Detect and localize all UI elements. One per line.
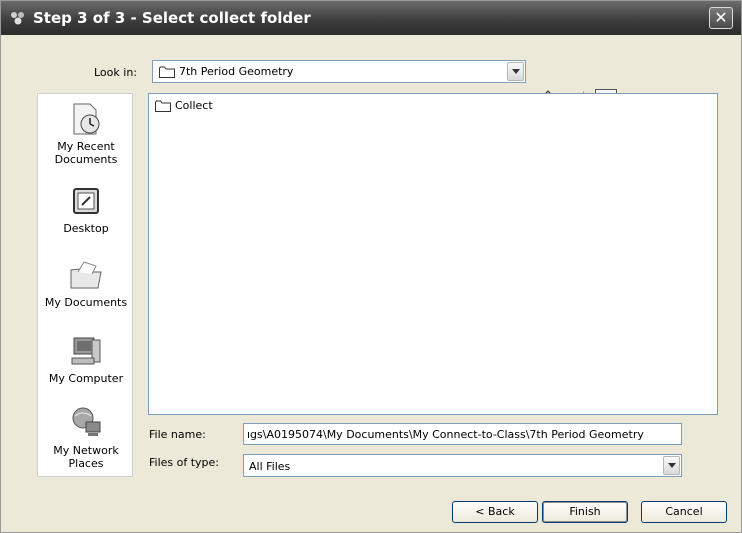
file-name-label: File name: bbox=[149, 428, 206, 441]
desktop-icon bbox=[73, 188, 99, 214]
chevron-down-icon[interactable] bbox=[663, 456, 680, 475]
file-type-label: Files of type: bbox=[149, 456, 220, 469]
file-list[interactable]: Collect bbox=[148, 93, 718, 415]
back-button[interactable]: < Back bbox=[452, 501, 538, 523]
place-label: My Computer bbox=[48, 372, 124, 385]
look-in-dropdown[interactable]: 7th Period Geometry bbox=[152, 60, 526, 83]
title-bar[interactable]: Step 3 of 3 - Select collect folder ✕ bbox=[1, 1, 741, 35]
my-computer-icon bbox=[71, 337, 101, 365]
place-label: My Recent Documents bbox=[54, 140, 118, 166]
list-item[interactable]: Collect bbox=[155, 99, 213, 112]
look-in-label: Look in: bbox=[94, 66, 137, 79]
chevron-down-icon[interactable] bbox=[507, 62, 524, 81]
file-type-value: All Files bbox=[249, 460, 291, 473]
finish-button[interactable]: Finish bbox=[542, 501, 628, 523]
place-desktop[interactable]: Desktop bbox=[38, 184, 134, 235]
my-documents-icon bbox=[70, 261, 102, 289]
close-icon: ✕ bbox=[714, 8, 728, 27]
place-my-computer[interactable]: My Computer bbox=[38, 334, 134, 385]
file-type-dropdown[interactable]: All Files bbox=[243, 454, 682, 477]
file-name: Collect bbox=[175, 99, 213, 112]
folder-icon bbox=[155, 100, 171, 112]
places-bar: My Recent Documents Desktop My Documents bbox=[37, 93, 133, 477]
file-name-value: ıgs\A0195074\My Documents\My Connect-to-… bbox=[247, 428, 644, 441]
app-icon bbox=[11, 12, 24, 25]
place-label: Desktop bbox=[63, 222, 109, 235]
place-label: My Documents bbox=[44, 296, 128, 309]
close-button[interactable]: ✕ bbox=[709, 7, 733, 29]
folder-icon bbox=[159, 66, 175, 78]
recent-documents-icon bbox=[73, 103, 100, 135]
dialog-window: Step 3 of 3 - Select collect folder ✕ Lo… bbox=[0, 0, 742, 533]
place-network-places[interactable]: My Network Places bbox=[38, 406, 134, 470]
network-places-icon bbox=[72, 407, 101, 436]
file-name-field[interactable]: ıgs\A0195074\My Documents\My Connect-to-… bbox=[243, 423, 682, 445]
cancel-button[interactable]: Cancel bbox=[641, 501, 727, 523]
window-title: Step 3 of 3 - Select collect folder bbox=[33, 9, 311, 27]
place-my-documents[interactable]: My Documents bbox=[38, 258, 134, 309]
look-in-value: 7th Period Geometry bbox=[179, 65, 294, 78]
place-recent-documents[interactable]: My Recent Documents bbox=[38, 102, 134, 166]
place-label: My Network Places bbox=[53, 444, 119, 470]
